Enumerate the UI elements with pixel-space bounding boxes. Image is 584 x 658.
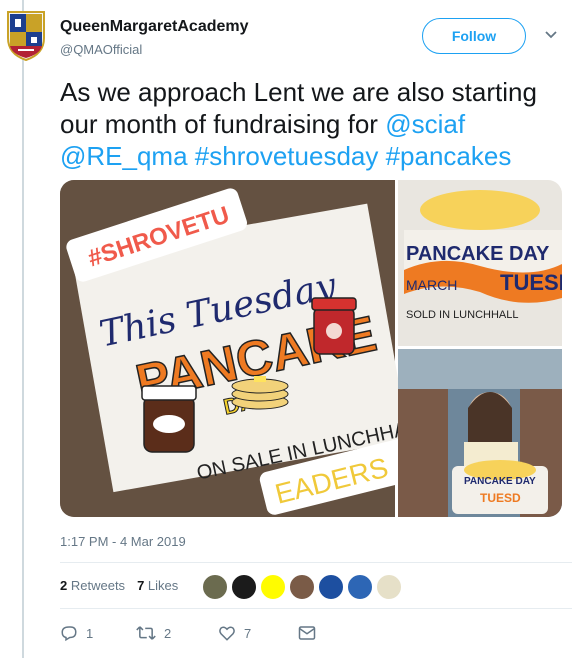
mention-re-qma[interactable]: @RE_qma	[60, 141, 188, 171]
account-handle[interactable]: @QMAOfficial	[60, 42, 142, 57]
spread-jar-drawing	[141, 385, 197, 453]
divider-top	[60, 562, 572, 563]
reply-icon	[61, 626, 77, 642]
school-crest-icon	[7, 11, 45, 62]
heart-icon	[219, 626, 235, 641]
retweet-count: 2	[164, 625, 172, 641]
poster2-line-2: MARCH	[406, 277, 457, 293]
tweet-text: As we approach Lent we are also starting…	[60, 76, 570, 172]
follow-button[interactable]: Follow	[422, 18, 526, 54]
retweets-label: Retweets	[70, 578, 126, 593]
likes-label: Likes	[147, 578, 179, 593]
hashtag-shrovetuesday[interactable]: #shrovetuesday	[195, 141, 379, 171]
poster3-line-1: PANCAKE DAY	[464, 476, 536, 487]
direct-message-button[interactable]	[298, 625, 316, 641]
likers-avatars	[202, 574, 402, 600]
account-name[interactable]: QueenMargaretAcademy	[60, 18, 249, 36]
timestamp[interactable]: 1:17 PM - 4 Mar 2019	[60, 534, 186, 549]
hashtag-pancakes[interactable]: #pancakes	[386, 141, 512, 171]
like-count: 7	[244, 625, 252, 641]
action-bar: 1 2 7	[60, 624, 316, 642]
mention-sciaf[interactable]: @sciaf	[385, 109, 465, 139]
media-grid: #SHROVETU This Tuesday PANCAKE DAY ON SA…	[60, 180, 562, 517]
poster2-line-4: SOLD IN LUNCHHALL	[406, 309, 518, 321]
engagement-stats: 2 Retweets 7 Likes	[60, 578, 178, 593]
retweet-button[interactable]: 2	[136, 624, 218, 642]
liker-avatar[interactable]	[376, 574, 402, 600]
poster3-line-2: TUESD	[480, 491, 521, 505]
envelope-icon	[298, 626, 316, 640]
liker-avatar[interactable]	[202, 574, 228, 600]
liker-avatar[interactable]	[260, 574, 286, 600]
avatar[interactable]	[6, 10, 46, 62]
jam-jar-drawing	[311, 297, 357, 355]
media-image-top-right[interactable]: PANCAKE DAY MARCH TUESD SOLD IN LUNCHHAL…	[398, 180, 562, 346]
likes-count: 7	[137, 578, 145, 593]
retweet-icon	[136, 626, 156, 640]
liker-avatar[interactable]	[231, 574, 257, 600]
poster2-line-1: PANCAKE DAY	[406, 243, 550, 265]
retweets-stat[interactable]: 2 Retweets	[60, 578, 125, 593]
divider-bottom	[60, 608, 572, 609]
reply-button[interactable]: 1	[60, 624, 136, 642]
media-image-bottom-right[interactable]: PANCAKE DAY TUESD	[398, 349, 562, 517]
liker-avatar[interactable]	[347, 574, 373, 600]
liker-avatar[interactable]	[289, 574, 315, 600]
tweet-text-plain: As we approach Lent we are also starting…	[60, 77, 537, 139]
liker-avatar[interactable]	[318, 574, 344, 600]
poster2-line-3: TUESD	[500, 270, 562, 295]
pancake-stack-drawing	[231, 376, 289, 410]
tweet: QueenMargaretAcademy @QMAOfficial Follow…	[0, 0, 584, 658]
reply-count: 1	[86, 625, 94, 641]
likes-stat[interactable]: 7 Likes	[137, 578, 178, 593]
retweets-count: 2	[60, 578, 68, 593]
media-image-main[interactable]: #SHROVETU This Tuesday PANCAKE DAY ON SA…	[60, 180, 424, 517]
like-button[interactable]: 7	[218, 624, 298, 642]
more-options-chevron-down-icon[interactable]	[544, 28, 558, 42]
